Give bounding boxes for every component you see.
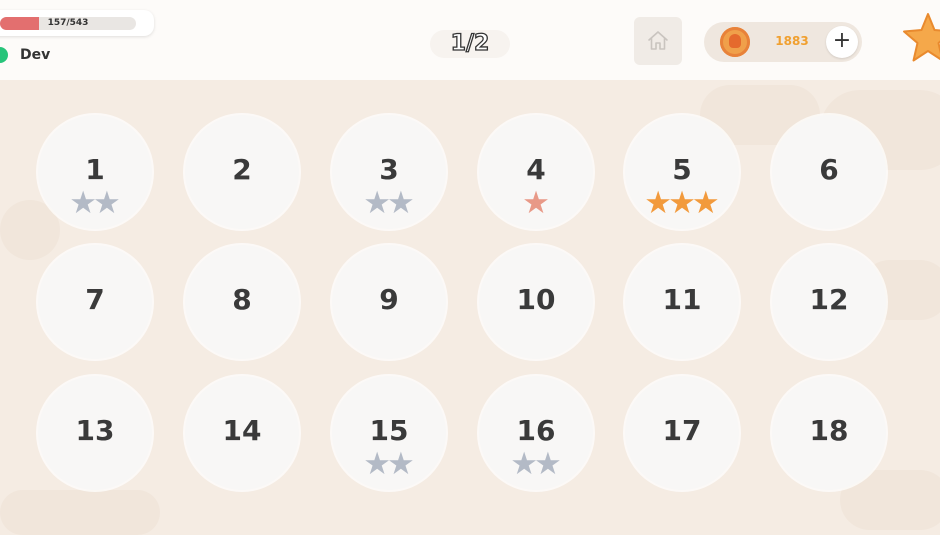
level-button-15[interactable]: 15 ★★	[332, 376, 446, 490]
level-stars: ★	[479, 185, 593, 221]
level-stars: ★★	[332, 185, 446, 221]
level-stars: ★★	[479, 446, 593, 482]
star-icon: ★	[387, 185, 415, 221]
level-number: 17	[662, 414, 702, 447]
level-button-16[interactable]: 16 ★★	[479, 376, 593, 490]
star-icon: ★	[534, 446, 562, 482]
level-button-14[interactable]: 14	[185, 376, 299, 490]
star-icon: ★	[691, 185, 720, 221]
level-button-18[interactable]: 18	[772, 376, 886, 490]
level-number: 13	[75, 414, 115, 447]
level-number: 15	[369, 414, 409, 447]
star-icon: ★	[93, 185, 121, 221]
level-button-5[interactable]: 5 ★★★	[625, 115, 739, 229]
level-number: 10	[516, 283, 556, 316]
level-button-17[interactable]: 17	[625, 376, 739, 490]
level-number: 6	[819, 153, 839, 186]
level-stars: ★★★	[625, 185, 739, 221]
level-number: 9	[379, 283, 399, 316]
level-number: 1	[85, 153, 105, 186]
level-number: 4	[526, 153, 546, 186]
level-button-10[interactable]: 10	[479, 245, 593, 359]
level-number: 18	[809, 414, 849, 447]
level-number: 3	[379, 153, 399, 186]
level-grid: 1 ★★ 2 3 ★★ 4 ★ 5 ★★★ 6 7 8 9 10 11 12 13 14 15 ★★ 16 ★★ 17 18	[0, 0, 940, 529]
level-number: 12	[809, 283, 849, 316]
level-button-4[interactable]: 4 ★	[479, 115, 593, 229]
level-button-6[interactable]: 6	[772, 115, 886, 229]
level-number: 5	[672, 153, 692, 186]
level-number: 7	[85, 283, 105, 316]
level-button-2[interactable]: 2	[185, 115, 299, 229]
star-icon: ★	[387, 446, 415, 482]
level-button-9[interactable]: 9	[332, 245, 446, 359]
level-number: 14	[222, 414, 262, 447]
level-number: 2	[232, 153, 252, 186]
level-button-1[interactable]: 1 ★★	[38, 115, 152, 229]
level-button-8[interactable]: 8	[185, 245, 299, 359]
level-button-3[interactable]: 3 ★★	[332, 115, 446, 229]
level-number: 8	[232, 283, 252, 316]
level-button-11[interactable]: 11	[625, 245, 739, 359]
level-number: 16	[516, 414, 556, 447]
level-button-13[interactable]: 13	[38, 376, 152, 490]
level-stars: ★★	[38, 185, 152, 221]
level-button-7[interactable]: 7	[38, 245, 152, 359]
level-button-12[interactable]: 12	[772, 245, 886, 359]
level-number: 11	[662, 283, 702, 316]
level-stars: ★★	[332, 446, 446, 482]
star-icon: ★	[522, 185, 550, 221]
